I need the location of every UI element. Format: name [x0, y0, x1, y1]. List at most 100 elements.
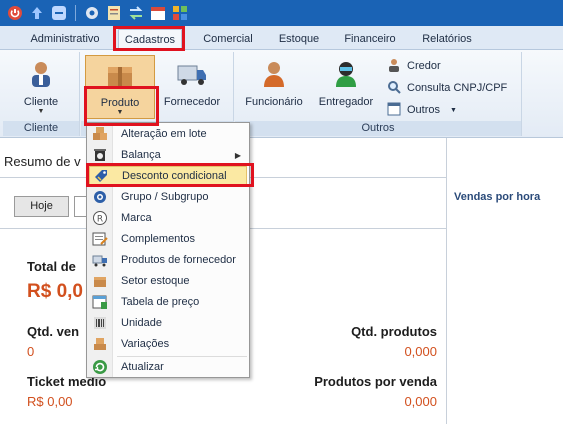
total-label: Total de [27, 259, 76, 274]
transfer-icon[interactable] [127, 4, 145, 22]
menu-item-grupo-subgrupo[interactable]: Grupo / Subgrupo [89, 187, 247, 207]
calendar-icon[interactable] [149, 4, 167, 22]
client-icon [24, 58, 58, 90]
vendas-por-hora-title: Vendas por hora [454, 191, 541, 203]
chevron-down-icon: ▼ [450, 106, 457, 114]
menu-item-produtos-fornecedor[interactable]: Produtos de fornecedor [89, 250, 247, 270]
ribbon-group-cliente: Cliente ▼ Cliente [3, 52, 80, 136]
registered-icon: R [89, 208, 111, 228]
menu-item-complementos[interactable]: Complementos [89, 229, 247, 249]
menu-item-balanca[interactable]: Balança ▶ [89, 145, 247, 165]
chevron-down-icon: ▼ [116, 109, 124, 116]
power-icon[interactable] [6, 4, 24, 22]
menu-item-label: Balança [121, 149, 161, 161]
chevron-down-icon: ▼ [37, 108, 45, 115]
credor-button[interactable]: Credor [387, 56, 441, 76]
ribbon-group-outros: Funcionário Entregador Credor Consulta C… [235, 52, 522, 136]
menu-item-setor-estoque[interactable]: Setor estoque [89, 271, 247, 291]
price-table-icon [89, 292, 111, 312]
menu-item-tabela-preco[interactable]: Tabela de preço [89, 292, 247, 312]
menu-item-label: Desconto condicional [122, 170, 227, 182]
menu-item-variacoes[interactable]: Variações [89, 334, 247, 354]
menu-item-desconto-condicional[interactable]: Desconto condicional [89, 166, 247, 186]
fornecedor-label: Fornecedor [163, 96, 221, 108]
scale-icon [89, 145, 111, 165]
qtd-vendas-value: 0 [27, 344, 35, 359]
ticket-medio-value: R$ 0,00 [27, 394, 73, 409]
menu-item-label: Marca [121, 212, 152, 224]
discount-tag-icon [90, 166, 112, 186]
consulta-cnpj-button[interactable]: Consulta CNPJ/CPF [387, 78, 507, 98]
vendas-por-hora-panel: Vendas por hora [446, 138, 563, 424]
page-title: Resumo de v [4, 154, 81, 169]
boxes-icon [89, 124, 111, 144]
menu-item-label: Tabela de preço [121, 296, 200, 308]
tab-comercial[interactable]: Comercial [198, 29, 258, 50]
person-icon [387, 58, 401, 75]
modules-icon[interactable] [171, 4, 189, 22]
up-arrow-icon[interactable] [28, 4, 46, 22]
funcionario-label: Funcionário [245, 96, 303, 108]
outros-button[interactable]: Outros ▼ [387, 100, 457, 120]
outros-label: Outros [407, 104, 441, 116]
tab-relatorios[interactable]: Relatórios [414, 29, 480, 50]
employee-icon [257, 58, 291, 90]
box-icon [89, 271, 111, 291]
cliente-label: Cliente [23, 96, 59, 108]
delivery-person-icon [329, 58, 363, 90]
produtos-por-venda-value: 0,000 [404, 394, 437, 409]
menu-item-label: Grupo / Subgrupo [121, 191, 209, 203]
truck-icon [89, 250, 111, 270]
total-value: R$ 0,0 [27, 281, 83, 302]
stacked-boxes-icon [89, 334, 111, 354]
menu-item-atualizar[interactable]: Atualizar [89, 357, 247, 377]
group-icon [89, 187, 111, 207]
tab-administrativo[interactable]: Administrativo [22, 29, 108, 50]
menu-item-label: Complementos [121, 233, 195, 245]
produto-button[interactable]: Produto ▼ [85, 55, 155, 119]
credor-label: Credor [407, 60, 441, 72]
toolbar-separator [75, 5, 76, 21]
magnifier-icon [387, 80, 401, 97]
menu-item-label: Produtos de fornecedor [121, 254, 236, 266]
barcode-icon [89, 313, 111, 333]
cliente-button[interactable]: Cliente ▼ [6, 55, 76, 119]
group-label-outros: Outros [235, 121, 521, 136]
consulta-label: Consulta CNPJ/CPF [407, 82, 508, 94]
edit-form-icon [89, 229, 111, 249]
hoje-button[interactable]: Hoje [14, 196, 69, 217]
gear-icon[interactable] [83, 4, 101, 22]
menu-item-label: Variações [121, 338, 170, 350]
tab-estoque[interactable]: Estoque [272, 29, 326, 50]
qtd-produtos-value: 0,000 [404, 344, 437, 359]
truck-icon [175, 58, 209, 90]
menu-item-label: Atualizar [121, 361, 164, 373]
document-icon[interactable] [105, 4, 123, 22]
tab-financeiro[interactable]: Financeiro [336, 29, 404, 50]
qtd-produtos-label: Qtd. produtos [351, 324, 437, 339]
main-content: Resumo de v Hoje Vendas por hora Total d… [0, 138, 563, 424]
svg-text:R: R [97, 215, 103, 225]
produto-dropdown-menu: Alteração em lote Balança ▶ Desconto con… [86, 122, 250, 378]
menu-item-label: Alteração em lote [121, 128, 207, 140]
quick-access-toolbar [0, 0, 563, 26]
menu-item-marca[interactable]: R Marca [89, 208, 247, 228]
entregador-label: Entregador [318, 96, 374, 108]
ribbon-tabs: Administrativo Cadastros Comercial Estoq… [0, 26, 563, 50]
group-label-cliente: Cliente [3, 121, 79, 136]
produto-label: Produto [100, 97, 140, 109]
produtos-por-venda-label: Produtos por venda [314, 374, 437, 389]
ribbon-panel: Cliente ▼ Cliente Produto ▼ Fornecedor F… [0, 50, 563, 138]
submenu-arrow-icon: ▶ [234, 150, 241, 160]
tab-cadastros[interactable]: Cadastros [118, 29, 182, 50]
menu-item-alteracao-lote[interactable]: Alteração em lote [89, 124, 247, 144]
funcionario-button[interactable]: Funcionário [239, 55, 309, 119]
menu-item-label: Unidade [121, 317, 162, 329]
window-icon [387, 102, 401, 119]
minimize-icon[interactable] [50, 4, 68, 22]
menu-item-label: Setor estoque [121, 275, 190, 287]
fornecedor-button[interactable]: Fornecedor [157, 55, 227, 119]
box-icon [103, 59, 137, 91]
menu-item-unidade[interactable]: Unidade [89, 313, 247, 333]
entregador-button[interactable]: Entregador [311, 55, 381, 119]
